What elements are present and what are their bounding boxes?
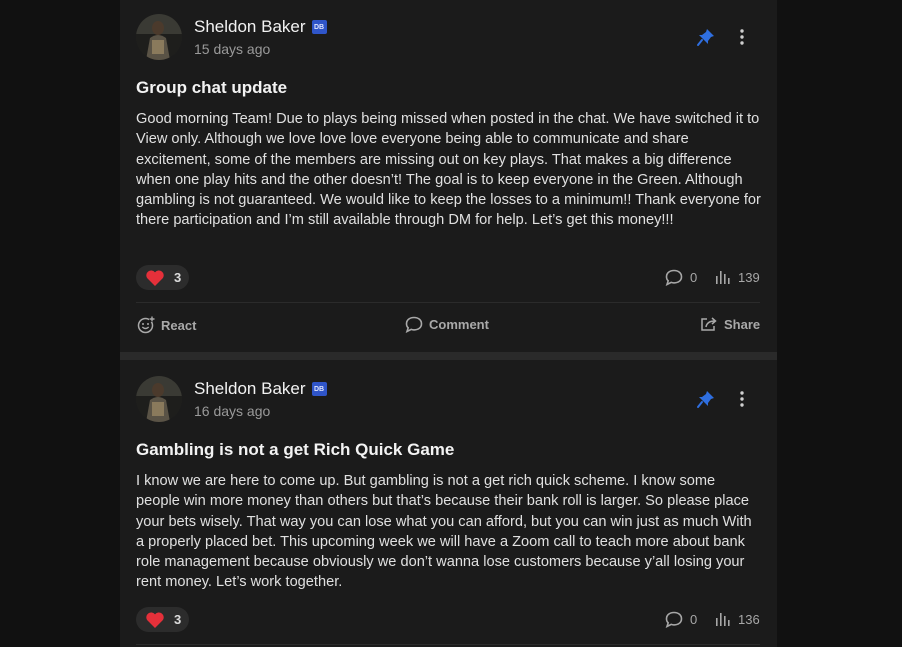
pin-icon[interactable] (696, 389, 716, 409)
comment-label: Comment (429, 317, 489, 332)
view-count-value: 139 (738, 269, 760, 285)
pin-icon[interactable] (696, 27, 716, 47)
post-feed: Sheldon Baker DB 15 days ago Group chat … (120, 0, 777, 647)
post-timestamp: 16 days ago (194, 403, 271, 419)
divider (136, 302, 760, 303)
comment-button[interactable]: Comment (405, 316, 489, 333)
author-line: Sheldon Baker DB (194, 17, 327, 37)
reaction-count: 3 (174, 612, 182, 627)
post-body: Good morning Team! Due to plays being mi… (136, 111, 761, 229)
view-count-value: 136 (738, 611, 760, 627)
post-card: Sheldon Baker DB 16 days ago Gambling is… (120, 360, 777, 647)
bar-chart-icon (716, 271, 730, 284)
post-title: Group chat update (136, 78, 288, 97)
view-count: 136 (715, 611, 760, 627)
bar-chart-icon (716, 613, 730, 626)
avatar[interactable] (136, 376, 182, 422)
post-title: Gambling is not a get Rich Quick Game (136, 440, 455, 459)
author-line: Sheldon Baker DB (194, 379, 327, 399)
comment-count-value: 0 (690, 270, 698, 285)
post-timestamp: 15 days ago (194, 41, 271, 57)
heart-icon (146, 611, 164, 628)
author-name[interactable]: Sheldon Baker (194, 379, 306, 399)
share-button[interactable]: Share (700, 316, 760, 332)
post-separator (120, 352, 777, 360)
speech-bubble-icon (405, 316, 423, 333)
speech-bubble-icon (665, 269, 683, 286)
share-icon (701, 317, 717, 331)
react-button[interactable]: React (137, 316, 196, 334)
view-count: 139 (715, 269, 760, 285)
post-card: Sheldon Baker DB 15 days ago Group chat … (120, 0, 777, 352)
author-badge: DB (311, 382, 327, 396)
author-badge: DB (311, 20, 327, 34)
divider (136, 644, 760, 645)
comment-count-value: 0 (690, 612, 698, 627)
reaction-count: 3 (174, 270, 182, 285)
reaction-pill[interactable]: 3 (136, 265, 189, 290)
heart-icon (146, 269, 164, 286)
add-emoji-icon (137, 316, 155, 334)
avatar[interactable] (136, 14, 182, 60)
comment-count[interactable]: 0 (665, 269, 697, 286)
author-name[interactable]: Sheldon Baker (194, 17, 306, 37)
more-vertical-icon[interactable] (737, 27, 747, 47)
post-body: I know we are here to come up. But gambl… (136, 473, 752, 591)
react-label: React (161, 317, 197, 333)
more-vertical-icon[interactable] (737, 389, 747, 409)
comment-count[interactable]: 0 (665, 611, 697, 628)
speech-bubble-icon (665, 611, 683, 628)
share-label: Share (724, 316, 761, 332)
reaction-pill[interactable]: 3 (136, 607, 189, 632)
